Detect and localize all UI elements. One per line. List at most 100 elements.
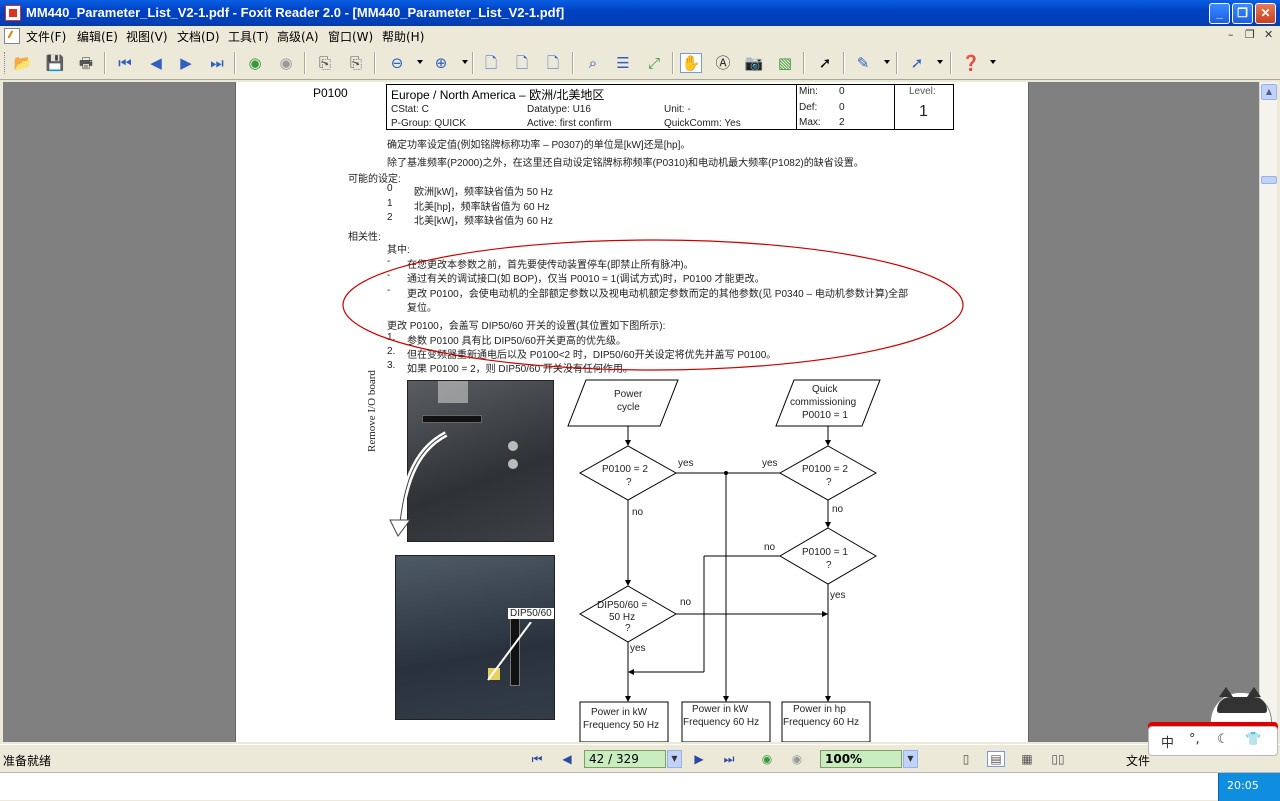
setting-num: 0 (387, 183, 393, 194)
flow-decision-1: P0100 = 2 (602, 464, 648, 475)
toolbar-separator (803, 52, 805, 74)
setting-num: 2 (387, 212, 393, 223)
single-page-view-icon[interactable]: ▯ (957, 751, 975, 767)
link-arrow-icon[interactable]: ➚ (906, 53, 928, 73)
save-icon[interactable]: 💾 (44, 53, 66, 73)
fit-width-icon[interactable]: 🗋 (542, 53, 564, 73)
image-tool-icon[interactable]: ▧ (774, 53, 796, 73)
doc-minimize-button[interactable]: – (1228, 28, 1234, 41)
close-button[interactable]: ✕ (1255, 3, 1276, 24)
setting-text: 北美[hp]，频率缺省值为 60 Hz (414, 202, 550, 213)
menu-bar: 文件(F) 编辑(E) 视图(V) 文档(D) 工具(T) 高级(A) 窗口(W… (0, 26, 1280, 46)
ime-punctuation-mode[interactable]: °, (1189, 732, 1200, 747)
rotate-left-icon[interactable]: ⎘ (314, 53, 336, 73)
clock: 20:05 (1227, 779, 1259, 792)
minimize-button[interactable]: _ (1209, 3, 1230, 24)
scroll-up-icon[interactable]: ▲ (1261, 84, 1277, 100)
next-page-icon[interactable]: ▶ (175, 53, 197, 73)
hand-tool-icon[interactable]: ✋ (680, 53, 702, 73)
menu-edit[interactable]: 编辑(E) (77, 28, 118, 45)
document-menu-icon[interactable] (4, 28, 20, 44)
unit: Unit: - (664, 104, 691, 115)
print-icon[interactable]: 🖶 (75, 53, 97, 73)
first-page-icon[interactable]: ⏮ (114, 53, 136, 73)
status-next-page-icon[interactable]: ▶ (690, 751, 708, 767)
quickcomm: QuickComm: Yes (664, 118, 741, 129)
doc-close-button[interactable]: ✕ (1264, 28, 1273, 41)
menu-view[interactable]: 视图(V) (126, 28, 168, 45)
fit-page-icon[interactable]: 🗋 (511, 53, 533, 73)
header-divider (894, 84, 895, 130)
continuous-view-icon[interactable]: ▤ (987, 751, 1005, 767)
title-bar: MM440_Parameter_List_V2-1.pdf - Foxit Re… (0, 0, 1280, 26)
param-title: Europe / North America – 欧洲/北美地区 (391, 88, 605, 102)
setting-num: 1 (387, 198, 393, 209)
restore-button[interactable]: ❐ (1232, 3, 1253, 24)
zoom-in-dropdown-icon[interactable] (462, 60, 468, 64)
taskbar: 20:05 (0, 772, 1280, 801)
def-value: 0 (839, 102, 845, 113)
help-icon[interactable]: ❓ (960, 53, 982, 73)
pdf-page: P0100 Europe / North America – 欧洲/北美地区 C… (235, 82, 1029, 742)
select-arrow-icon[interactable]: ➚ (814, 53, 836, 73)
vertical-scrollbar[interactable]: ▲ ▼ (1259, 82, 1277, 742)
go-forward-icon[interactable]: ◉ (275, 53, 297, 73)
toolbar-separator (234, 52, 236, 74)
scroll-thumb[interactable] (1261, 176, 1277, 184)
def-label: Def: (799, 102, 818, 113)
comment-dropdown-icon[interactable] (884, 60, 890, 64)
zoom-out-icon[interactable]: ⊖ (386, 53, 408, 73)
skin-shirt-icon[interactable]: 👕 (1245, 732, 1261, 747)
min-value: 0 (839, 86, 845, 97)
ime-toolbar[interactable]: 中 °, ☾ 👕 (1148, 726, 1278, 756)
rotate-right-icon[interactable]: ⎘ (345, 53, 367, 73)
status-last-page-icon[interactable]: ⏭ (720, 751, 738, 767)
go-back-icon[interactable]: ◉ (244, 53, 266, 73)
previous-page-icon[interactable]: ◀ (145, 53, 167, 73)
document-viewport[interactable]: P0100 Europe / North America – 欧洲/北美地区 C… (3, 82, 1259, 742)
text-select-icon[interactable]: Ⓐ (712, 53, 734, 73)
help-dropdown-icon[interactable] (990, 60, 996, 64)
doc-restore-button[interactable]: ❐ (1245, 28, 1255, 41)
toolbar-grip[interactable] (4, 52, 7, 74)
menu-file[interactable]: 文件(F) (26, 28, 66, 45)
bookmarks-panel-icon[interactable]: ☰ (612, 53, 634, 73)
full-screen-icon[interactable]: ⤢ (643, 53, 665, 73)
min-label: Min: (799, 86, 818, 97)
flow-power-cycle-2: cycle (617, 402, 640, 413)
menu-help[interactable]: 帮助(H) (382, 28, 424, 45)
snapshot-camera-icon[interactable]: 📷 (743, 53, 765, 73)
menu-tools[interactable]: 工具(T) (228, 28, 269, 45)
zoom-field[interactable]: 100% (820, 750, 902, 768)
find-binoculars-icon[interactable]: ⌕ (582, 53, 604, 73)
toolbar: 📂 💾 🖶 ⏮ ◀ ▶ ⏭ ◉ ◉ ⎘ ⎘ ⊖ ⊕ 🗋 🗋 🗋 ⌕ ☰ ⤢ ✋ … (0, 46, 1280, 80)
menu-document[interactable]: 文档(D) (177, 28, 220, 45)
facing-view-icon[interactable]: ▦ (1018, 751, 1036, 767)
moon-icon[interactable]: ☾ (1217, 732, 1229, 747)
page-dropdown-icon[interactable]: ▼ (667, 750, 682, 768)
menu-window[interactable]: 窗口(W) (328, 28, 373, 45)
ime-chinese-mode[interactable]: 中 (1161, 732, 1174, 751)
status-forward-icon[interactable]: ◉ (788, 751, 806, 767)
open-folder-icon[interactable]: 📂 (12, 53, 34, 73)
zoom-dropdown-icon[interactable]: ▼ (903, 750, 918, 768)
status-first-page-icon[interactable]: ⏮ (528, 751, 546, 767)
link-dropdown-icon[interactable] (937, 60, 943, 64)
actual-size-icon[interactable]: 🗋 (480, 53, 502, 73)
continuous-facing-view-icon[interactable]: ▯▯ (1049, 751, 1067, 767)
flow-out2-a: Power in kW (692, 704, 749, 715)
status-prev-page-icon[interactable]: ◀ (558, 751, 576, 767)
comment-tool-icon[interactable]: ✎ (852, 53, 874, 73)
page-number-field[interactable]: 42 / 329 (584, 750, 666, 768)
toolbar-separator (472, 52, 474, 74)
zoom-out-dropdown-icon[interactable] (417, 60, 423, 64)
last-page-icon[interactable]: ⏭ (206, 53, 228, 73)
flow-yes: yes (630, 643, 646, 654)
toolbar-separator (950, 52, 952, 74)
menu-advanced[interactable]: 高级(A) (277, 28, 319, 45)
status-back-icon[interactable]: ◉ (758, 751, 776, 767)
zoom-in-icon[interactable]: ⊕ (430, 53, 452, 73)
flow-no: no (680, 597, 692, 608)
red-ellipse-annotation[interactable] (340, 236, 966, 374)
remove-arrow-graphic (389, 431, 448, 537)
